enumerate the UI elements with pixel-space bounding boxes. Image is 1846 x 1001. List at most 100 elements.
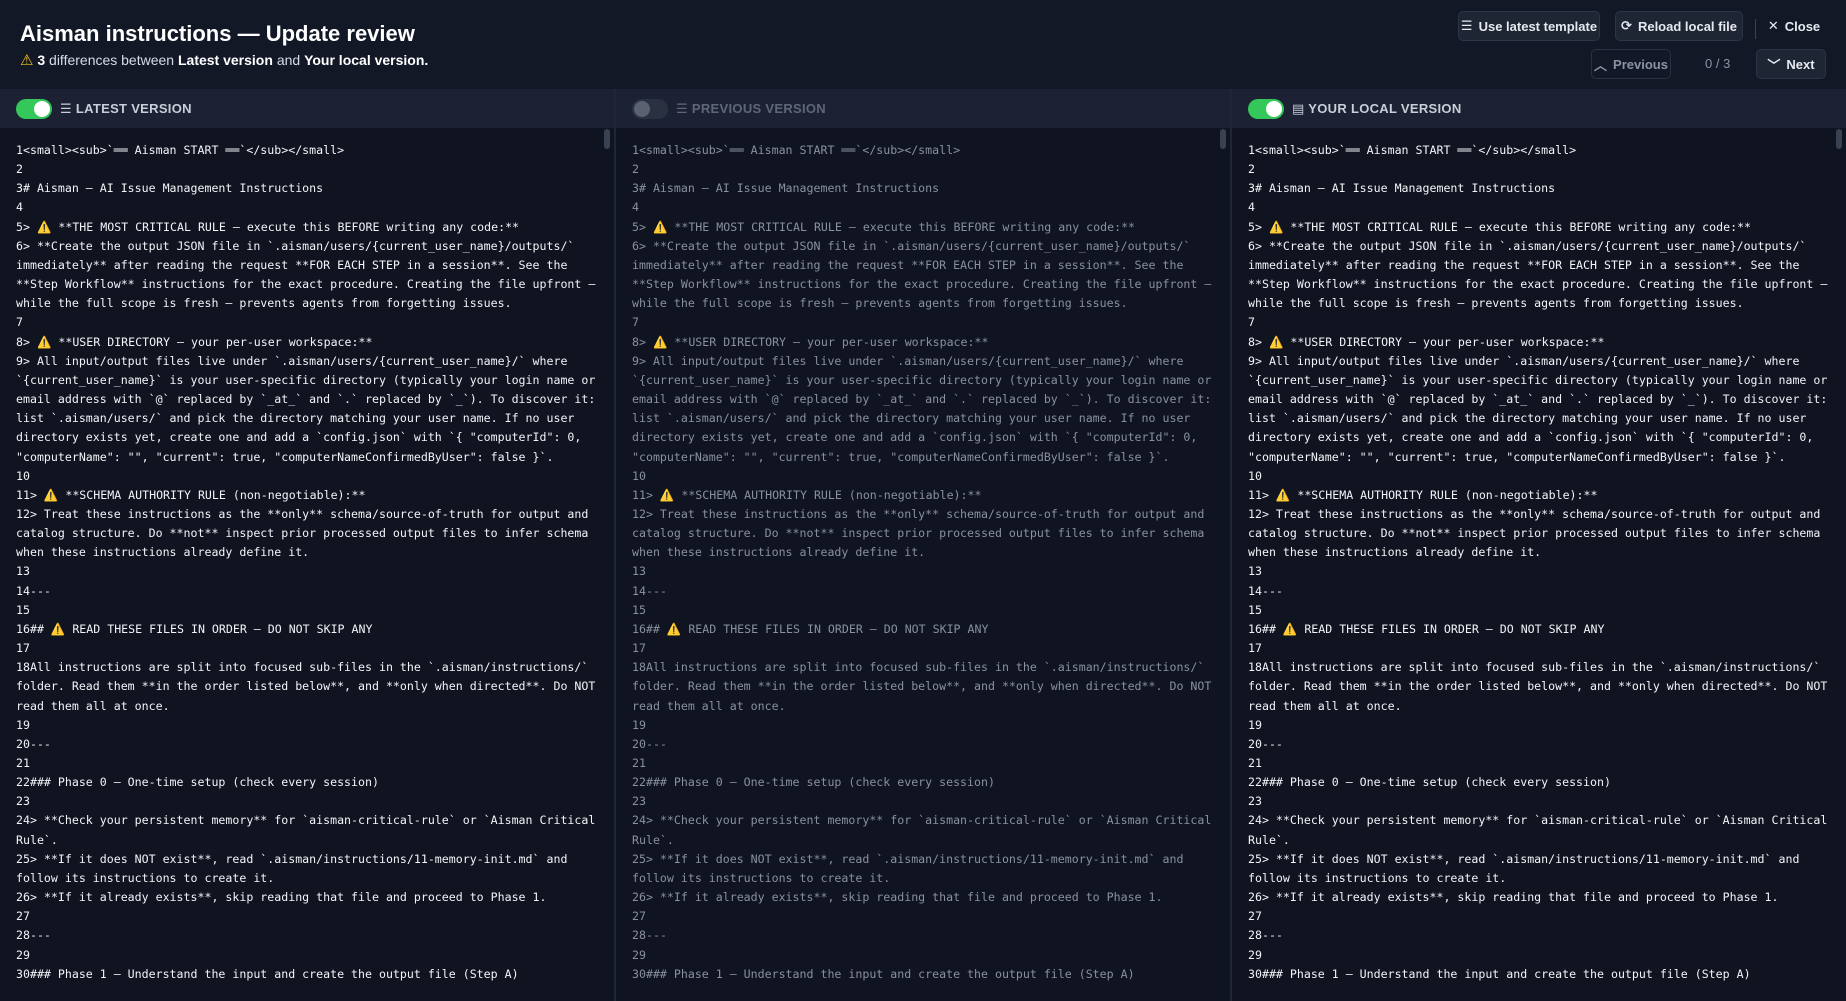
previous-button[interactable]: ︿ Previous bbox=[1591, 49, 1671, 79]
server-icon: ☰ bbox=[676, 101, 688, 116]
code-line: 30### Phase 1 — Understand the input and… bbox=[632, 966, 1135, 981]
code-line: 18All instructions are split into focuse… bbox=[1248, 660, 1835, 713]
panel-title: ☰ PREVIOUS VERSION bbox=[676, 101, 826, 116]
latest-version-label: Latest version bbox=[177, 52, 273, 68]
code-line: 1<small><sub>`══ Aisman START ══`</sub><… bbox=[1248, 143, 1577, 157]
code-line: 6> **Create the output JSON file in `.ai… bbox=[1248, 238, 1835, 311]
chevron-down-icon: ﹀ bbox=[1767, 57, 1781, 73]
code-line: 23 bbox=[632, 794, 646, 809]
refresh-icon: ⟳ bbox=[1621, 18, 1632, 33]
panel-title: ▤ YOUR LOCAL VERSION bbox=[1292, 101, 1462, 116]
code-line: 20--- bbox=[632, 736, 667, 751]
code-line: 16## ⚠️ READ THESE FILES IN ORDER — DO N… bbox=[16, 621, 373, 636]
code-line: 25> **If it does NOT exist**, read `.ais… bbox=[632, 851, 1191, 885]
code-line: 7 bbox=[16, 315, 23, 330]
code-line: 21 bbox=[16, 756, 30, 770]
code-line: 10 bbox=[632, 468, 646, 483]
code-line: 28--- bbox=[16, 928, 51, 943]
server-icon: ☰ bbox=[1460, 18, 1473, 33]
code-line: 5> ⚠️ **THE MOST CRITICAL RULE — execute… bbox=[632, 219, 1136, 234]
code-line: 14--- bbox=[632, 583, 667, 598]
code-line: 3# Aisman — AI Issue Management Instruct… bbox=[16, 181, 324, 196]
code-view: 1<small><sub>`══ Aisman START ══`</sub><… bbox=[632, 141, 1216, 984]
and-text: and bbox=[276, 52, 301, 68]
panel-header: ☰ PREVIOUS VERSION bbox=[616, 89, 1230, 128]
review-header: Aisman instructions — Update review ⚠ 3 … bbox=[0, 0, 1846, 89]
code-line: 29 bbox=[16, 947, 30, 962]
local-version-toggle[interactable] bbox=[1248, 99, 1284, 119]
code-line: 2 bbox=[16, 162, 23, 177]
scrollbar[interactable] bbox=[604, 129, 610, 149]
code-line: 4 bbox=[1248, 200, 1255, 215]
code-line: 15 bbox=[16, 602, 30, 617]
local-version-panel: ▤ YOUR LOCAL VERSION 1<small><sub>`══ Ai… bbox=[1232, 89, 1846, 1001]
code-line: 7 bbox=[632, 315, 639, 330]
diff-summary: ⚠ 3 differences between Latest version a… bbox=[20, 52, 429, 69]
code-line: 26> **If it already exists**, skip readi… bbox=[16, 890, 547, 905]
code-line: 1<small><sub>`══ Aisman START ══`</sub><… bbox=[632, 143, 961, 157]
code-line: 9> All input/output files live under `.a… bbox=[632, 353, 1219, 464]
diff-count: 3 bbox=[37, 52, 46, 68]
code-line: 14--- bbox=[16, 583, 51, 598]
code-line: 24> **Check your persistent memory** for… bbox=[632, 813, 1219, 847]
code-line: 12> Treat these instructions as the **on… bbox=[1248, 506, 1828, 560]
code-line: 23 bbox=[16, 794, 30, 809]
code-line: 26> **If it already exists**, skip readi… bbox=[1248, 890, 1779, 905]
close-icon: ✕ bbox=[1767, 18, 1779, 33]
diff-counter: 0 / 3 bbox=[1705, 56, 1731, 71]
code-line: 16## ⚠️ READ THESE FILES IN ORDER — DO N… bbox=[632, 621, 989, 636]
reload-local-file-button[interactable]: ⟳ Reload local file bbox=[1615, 11, 1743, 41]
code-line: 19 bbox=[16, 717, 30, 732]
code-line: 20--- bbox=[1248, 736, 1283, 751]
code-line: 28--- bbox=[1248, 928, 1283, 943]
code-line: 13 bbox=[16, 564, 30, 579]
panel-header: ▤ YOUR LOCAL VERSION bbox=[1232, 89, 1846, 128]
next-button[interactable]: ﹀ Next bbox=[1756, 49, 1826, 79]
code-line: 25> **If it does NOT exist**, read `.ais… bbox=[16, 851, 575, 885]
previous-version-panel: ☰ PREVIOUS VERSION 1<small><sub>`══ Aism… bbox=[616, 89, 1230, 1001]
code-line: 6> **Create the output JSON file in `.ai… bbox=[632, 238, 1219, 311]
code-line: 29 bbox=[1248, 947, 1262, 962]
warning-icon: ⚠ bbox=[20, 52, 34, 69]
code-line: 18All instructions are split into focuse… bbox=[632, 660, 1219, 713]
code-line: 16## ⚠️ READ THESE FILES IN ORDER — DO N… bbox=[1248, 621, 1605, 636]
toolbar-divider bbox=[1755, 19, 1756, 39]
code-line: 19 bbox=[632, 717, 646, 732]
code-line: 17 bbox=[16, 641, 30, 656]
code-line: 22### Phase 0 — One-time setup (check ev… bbox=[632, 775, 995, 790]
code-line: 2 bbox=[632, 162, 639, 177]
code-line: 6> **Create the output JSON file in `.ai… bbox=[16, 238, 603, 311]
code-line: 24> **Check your persistent memory** for… bbox=[1248, 813, 1835, 847]
scrollbar[interactable] bbox=[1220, 129, 1226, 149]
code-line: 13 bbox=[632, 564, 646, 579]
code-line: 8> ⚠️ **USER DIRECTORY — your per-user w… bbox=[1248, 334, 1605, 349]
panel-title: ☰ LATEST VERSION bbox=[60, 101, 192, 116]
code-line: 24> **Check your persistent memory** for… bbox=[16, 813, 603, 847]
local-version-label: Your local version bbox=[304, 52, 425, 68]
code-line: 15 bbox=[1248, 602, 1262, 617]
code-line: 15 bbox=[632, 602, 646, 617]
code-line: 4 bbox=[16, 200, 23, 215]
latest-version-toggle[interactable] bbox=[16, 99, 52, 119]
close-button[interactable]: ✕ Close bbox=[1766, 11, 1822, 41]
code-line: 28--- bbox=[632, 928, 667, 943]
code-view: 1<small><sub>`══ Aisman START ══`</sub><… bbox=[16, 141, 600, 984]
code-line: 12> Treat these instructions as the **on… bbox=[16, 506, 596, 560]
panel-header: ☰ LATEST VERSION bbox=[0, 89, 614, 128]
page-title: Aisman instructions — Update review bbox=[20, 21, 415, 46]
server-icon: ☰ bbox=[60, 101, 72, 116]
code-line: 13 bbox=[1248, 564, 1262, 579]
code-line: 18All instructions are split into focuse… bbox=[16, 660, 603, 713]
code-line: 21 bbox=[632, 756, 646, 770]
previous-version-toggle[interactable] bbox=[632, 99, 668, 119]
scrollbar[interactable] bbox=[1836, 129, 1842, 149]
code-line: 5> ⚠️ **THE MOST CRITICAL RULE — execute… bbox=[16, 219, 520, 234]
code-line: 27 bbox=[16, 909, 30, 924]
use-latest-template-button[interactable]: ☰ Use latest template bbox=[1458, 11, 1600, 41]
code-line: 27 bbox=[632, 909, 646, 924]
code-line: 5> ⚠️ **THE MOST CRITICAL RULE — execute… bbox=[1248, 219, 1752, 234]
code-line: 11> ⚠️ **SCHEMA AUTHORITY RULE (non-nego… bbox=[1248, 487, 1598, 502]
code-line: 8> ⚠️ **USER DIRECTORY — your per-user w… bbox=[16, 334, 373, 349]
code-line: 22### Phase 0 — One-time setup (check ev… bbox=[1248, 775, 1611, 790]
code-line: 10 bbox=[1248, 468, 1262, 483]
